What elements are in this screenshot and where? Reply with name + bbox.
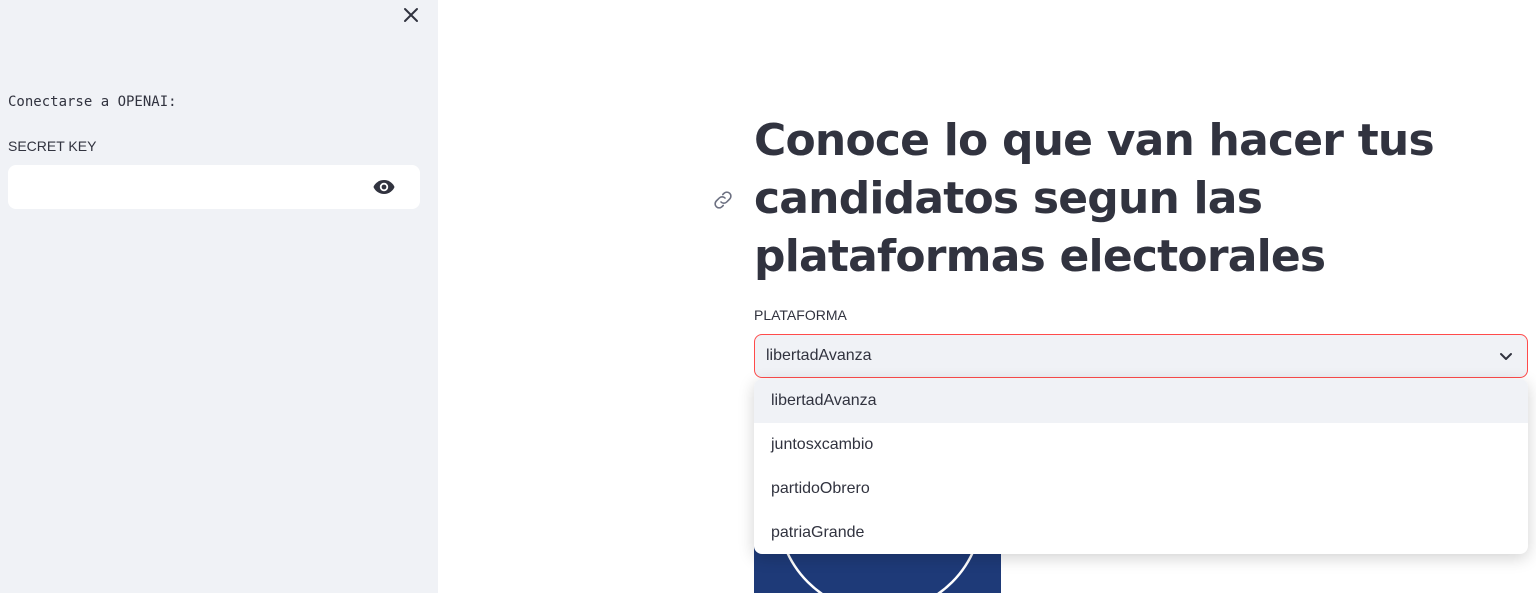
dropdown-option[interactable]: libertadAvanza — [754, 379, 1528, 423]
plataforma-select[interactable]: libertadAvanza — [754, 334, 1528, 378]
secret-key-input[interactable] — [8, 165, 358, 209]
link-icon — [714, 191, 732, 209]
dropdown-option[interactable]: patriaGrande — [754, 511, 1528, 554]
toggle-visibility-button[interactable] — [370, 174, 398, 200]
plataforma-selected-value: libertadAvanza — [766, 347, 872, 364]
plataforma-dropdown-menu: libertadAvanza juntosxcambio partidoObre… — [754, 379, 1528, 554]
secret-key-label: SECRET KEY — [8, 138, 97, 154]
page-title: Conoce lo que van hacer tus candidatos s… — [754, 115, 1435, 282]
sidebar: Conectarse a OPENAI: SECRET KEY — [0, 0, 438, 593]
secret-key-field — [8, 165, 420, 209]
close-icon — [404, 8, 418, 22]
anchor-link-button[interactable] — [711, 188, 735, 212]
dropdown-option[interactable]: partidoObrero — [754, 467, 1528, 511]
close-sidebar-button[interactable] — [399, 3, 423, 27]
chevron-down-icon — [1500, 353, 1512, 360]
eye-icon — [373, 180, 395, 194]
dropdown-option[interactable]: juntosxcambio — [754, 423, 1528, 467]
sidebar-heading: Conectarse a OPENAI: — [8, 94, 177, 110]
plataforma-label: PLATAFORMA — [754, 307, 847, 323]
